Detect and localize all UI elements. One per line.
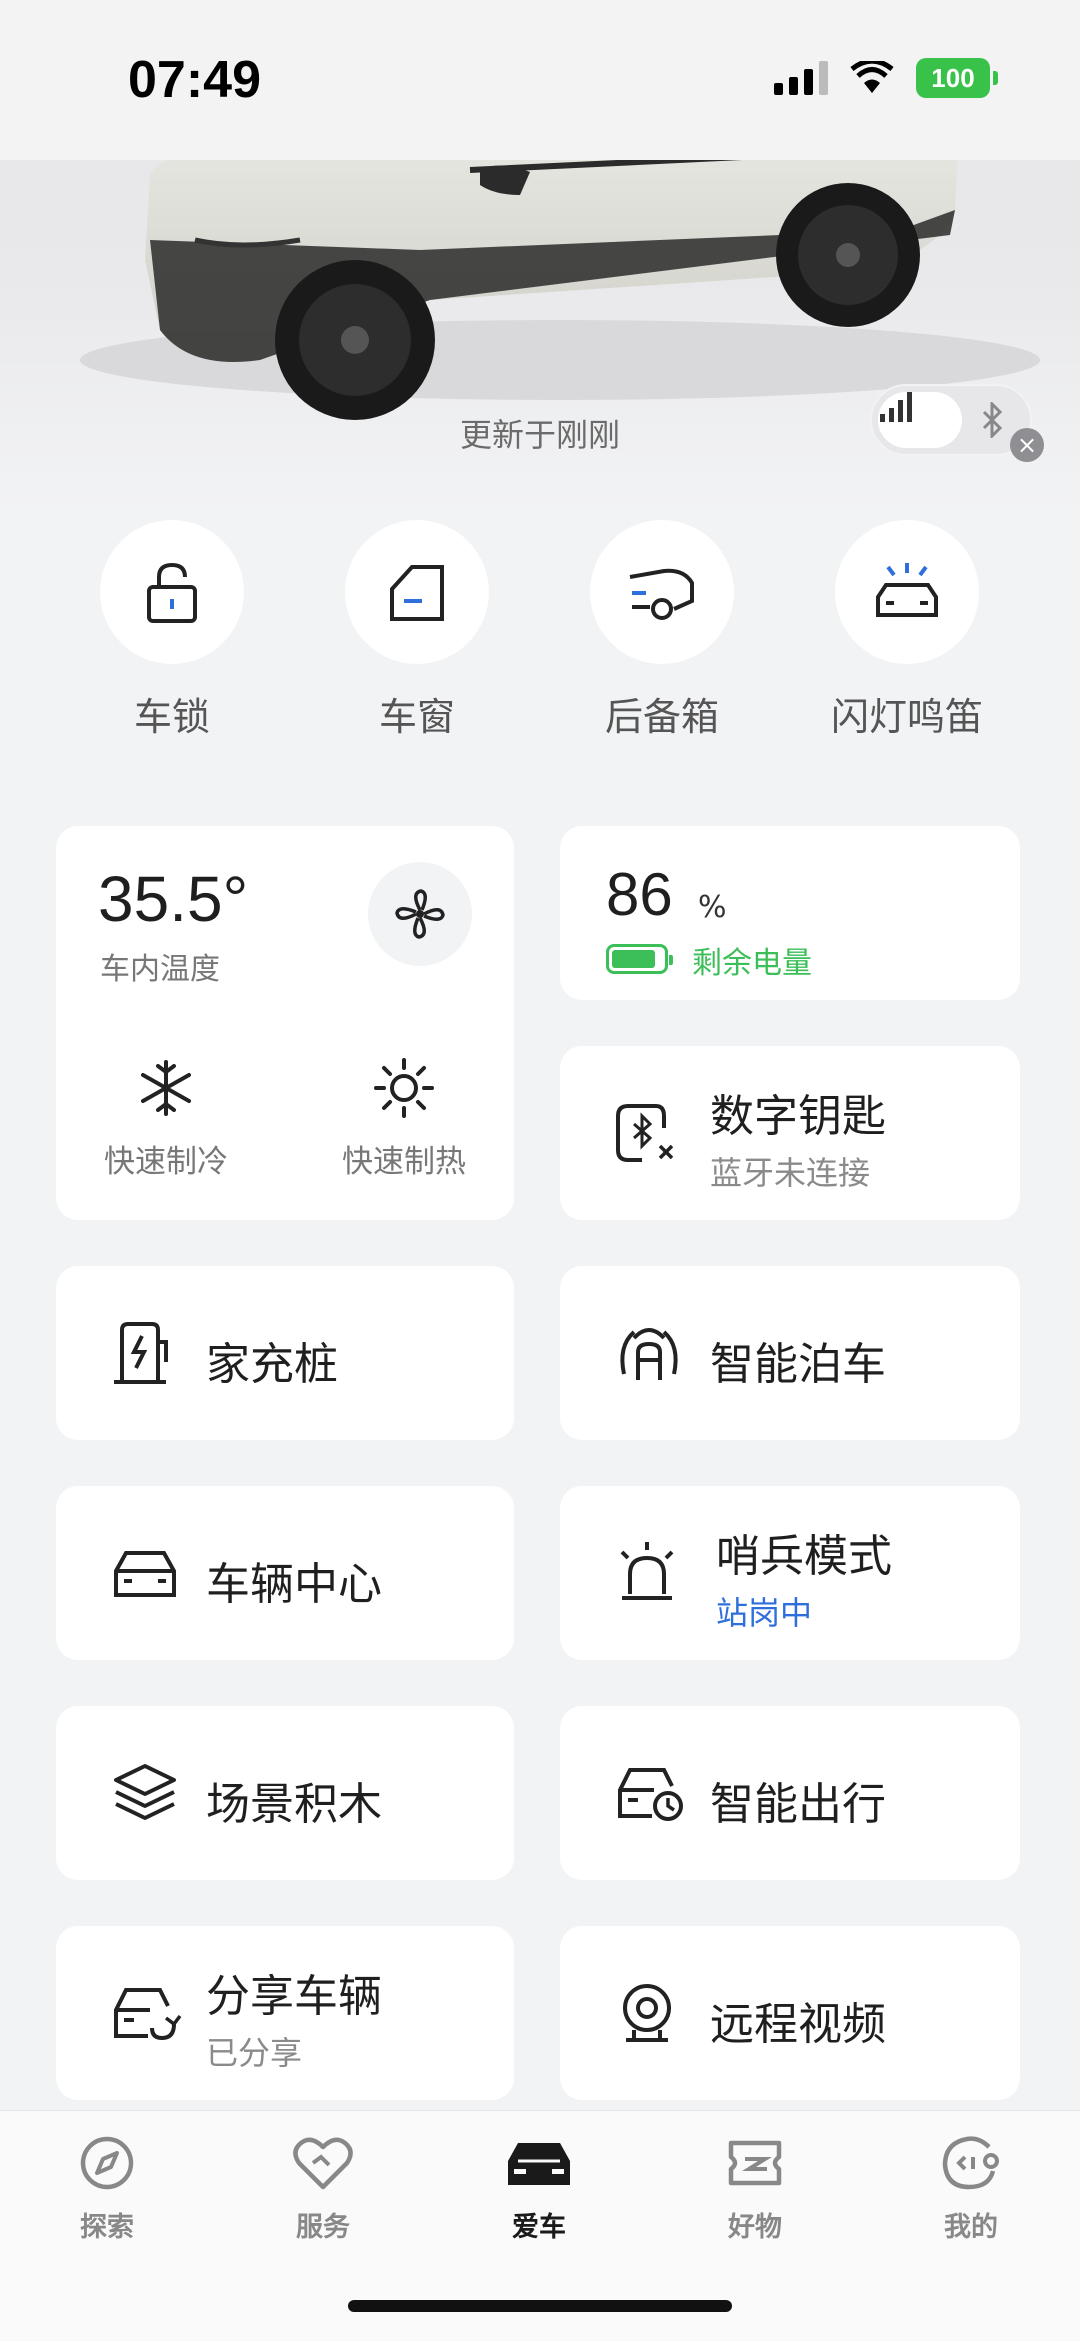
scene-blocks-title: 场景积木 [206, 1779, 382, 1830]
vehicle-center-icon [114, 1551, 176, 1597]
trunk-icon[interactable] [590, 520, 734, 664]
quick-trunk[interactable]: 后备箱 [562, 520, 762, 741]
home-charger-card[interactable]: 家充桩 [56, 1266, 514, 1440]
sentry-mode-card[interactable]: 哨兵模式 站岗中 [560, 1486, 1020, 1660]
sentry-mode-status: 站岗中 [716, 1594, 813, 1632]
share-vehicle-title: 分享车辆 [206, 1971, 382, 2022]
digital-key-title: 数字钥匙 [710, 1091, 886, 1142]
wifi-icon [850, 61, 894, 93]
smart-parking-icon [620, 1328, 678, 1380]
smart-parking-title: 智能泊车 [710, 1339, 886, 1390]
nav-shop[interactable]: 好物 [675, 2133, 835, 2244]
digital-key-status: 蓝牙未连接 [710, 1154, 871, 1192]
home-charger-title: 家充桩 [206, 1339, 338, 1390]
vehicle-center-title: 车辆中心 [206, 1559, 382, 1610]
lock-icon[interactable] [100, 520, 244, 664]
smart-travel-card[interactable]: 智能出行 [560, 1706, 1020, 1880]
flash-horn-icon[interactable] [835, 520, 979, 664]
sun-icon [374, 1058, 434, 1118]
shop-icon [728, 2140, 782, 2186]
share-vehicle-status: 已分享 [206, 2034, 303, 2072]
battery-card[interactable]: 86 % 剩余电量 [560, 826, 1020, 1000]
sentry-mode-title: 哨兵模式 [716, 1531, 892, 1582]
cellular-signal-icon [774, 61, 828, 95]
explore-icon [80, 2136, 134, 2190]
quick-heat-button[interactable]: 快速制热 [324, 1056, 484, 1181]
alarm-light-icon [620, 1542, 674, 1600]
cabin-temperature: 35.5° [98, 863, 249, 935]
smart-travel-title: 智能出行 [710, 1779, 886, 1830]
car-share-icon [114, 1988, 182, 2041]
climate-card[interactable]: 35.5° 车内温度 快速制冷 快速制热 [56, 826, 514, 1220]
quick-flash-horn[interactable]: 闪灯鸣笛 [807, 520, 1007, 741]
quick-controls: 车锁 车窗 后备箱 闪灯鸣笛 [0, 520, 1080, 750]
service-icon [293, 2137, 353, 2190]
nav-explore[interactable]: 探索 [27, 2133, 187, 2244]
digital-key-card[interactable]: 数字钥匙 蓝牙未连接 [560, 1046, 1020, 1220]
fan-button[interactable] [368, 862, 472, 966]
camera-icon [623, 1984, 671, 2042]
car-clock-icon [618, 1768, 683, 1821]
status-time: 07:49 [128, 51, 261, 109]
quick-lock[interactable]: 车锁 [72, 520, 272, 741]
charger-icon [114, 1322, 168, 1384]
car-icon [508, 2143, 570, 2185]
share-vehicle-card[interactable]: 分享车辆 已分享 [56, 1926, 514, 2100]
profile-icon [942, 2136, 999, 2190]
status-bar: 07:49 100 [0, 0, 1080, 160]
remote-video-card[interactable]: 远程视频 [560, 1926, 1020, 2100]
network-signal-icon[interactable] [878, 392, 962, 448]
status-battery: 100 [916, 58, 998, 98]
digital-key-icon [616, 1104, 674, 1162]
home-indicator [348, 2300, 732, 2312]
cabin-temperature-label: 车内温度 [100, 952, 220, 987]
quick-cool-button[interactable]: 快速制冷 [86, 1056, 246, 1181]
battery-level: 86 [606, 861, 673, 928]
nav-profile[interactable]: 我的 [891, 2133, 1051, 2244]
nav-my-car[interactable]: 爱车 [459, 2133, 619, 2244]
battery-icon [606, 944, 673, 974]
snowflake-icon [141, 1060, 191, 1116]
smart-parking-card[interactable]: 智能泊车 [560, 1266, 1020, 1440]
close-icon[interactable]: × [1010, 428, 1044, 462]
quick-window[interactable]: 车窗 [317, 520, 517, 741]
remote-video-title: 远程视频 [710, 1999, 886, 2050]
connection-toggle[interactable] [870, 384, 1032, 456]
scene-blocks-card[interactable]: 场景积木 [56, 1706, 514, 1880]
window-icon[interactable] [345, 520, 489, 664]
battery-label: 剩余电量 [692, 946, 812, 981]
nav-service[interactable]: 服务 [243, 2133, 403, 2244]
battery-unit: % [698, 890, 727, 925]
fan-icon [395, 889, 445, 939]
layers-icon [114, 1764, 176, 1820]
vehicle-center-card[interactable]: 车辆中心 [56, 1486, 514, 1660]
